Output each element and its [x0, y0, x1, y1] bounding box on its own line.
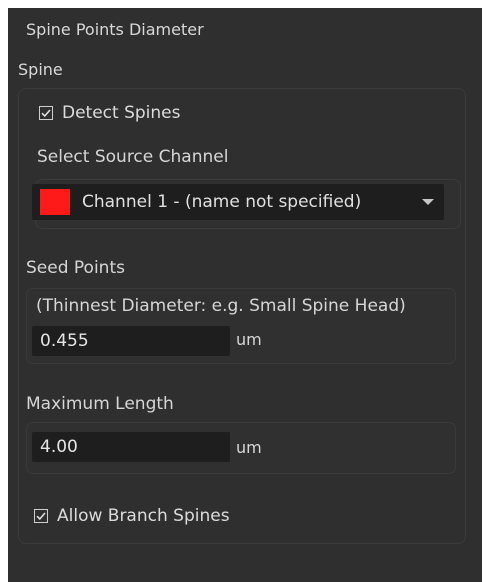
seed-points-label: Seed Points	[26, 258, 125, 278]
max-length-input[interactable]: 4.00	[32, 432, 230, 462]
seed-points-hint: (Thinnest Diameter: e.g. Small Spine Hea…	[36, 296, 406, 316]
max-length-unit: um	[236, 438, 262, 457]
seed-points-unit: um	[236, 330, 262, 349]
source-channel-label: Select Source Channel	[37, 147, 229, 167]
chevron-down-icon	[422, 199, 434, 205]
spine-settings-panel: Spine Points Diameter Spine Detect Spine…	[8, 8, 482, 582]
source-channel-dropdown[interactable]: Channel 1 - (name not specified)	[32, 184, 444, 220]
detect-spines-checkbox[interactable]: Detect Spines	[39, 103, 181, 123]
check-icon	[39, 106, 53, 120]
seed-points-input[interactable]: 0.455	[32, 326, 230, 356]
allow-branch-spines-checkbox[interactable]: Allow Branch Spines	[34, 506, 230, 526]
source-channel-value: Channel 1 - (name not specified)	[82, 192, 362, 212]
allow-branch-spines-label: Allow Branch Spines	[57, 506, 230, 526]
channel-color-swatch	[40, 189, 70, 215]
detect-spines-label: Detect Spines	[62, 103, 181, 123]
max-length-label: Maximum Length	[26, 394, 174, 414]
spine-section-label: Spine	[18, 60, 63, 79]
panel-title: Spine Points Diameter	[26, 20, 204, 39]
check-icon	[34, 509, 48, 523]
